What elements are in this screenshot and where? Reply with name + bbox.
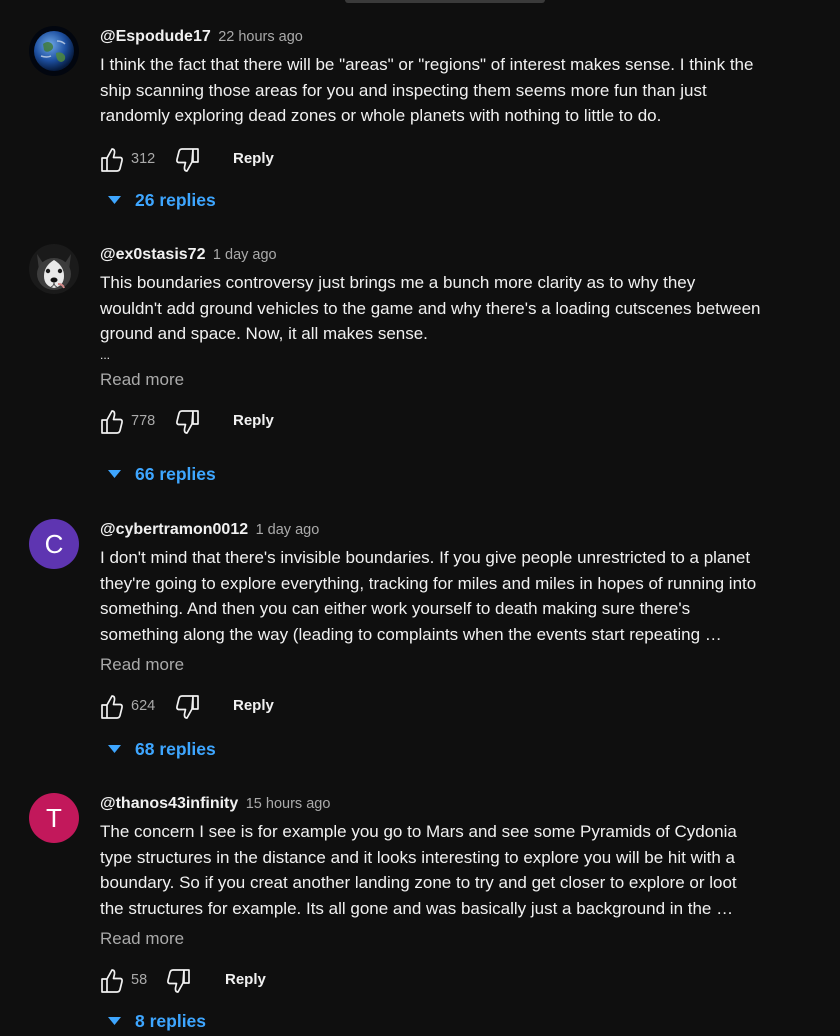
dislike-thumb-down-icon[interactable] xyxy=(175,409,201,435)
like-thumb-up-icon[interactable] xyxy=(100,968,124,994)
top-scroll-indicator xyxy=(345,0,545,3)
comment-header: @thanos43infinity 15 hours ago xyxy=(100,793,810,815)
avatar[interactable]: T xyxy=(29,793,79,843)
comment-header: @cybertramon0012 1 day ago xyxy=(100,519,810,541)
caret-down-icon xyxy=(108,469,121,478)
author-name[interactable]: @ex0stasis72 xyxy=(100,246,205,263)
like-count: 624 xyxy=(131,697,156,714)
author-name[interactable]: @thanos43infinity xyxy=(100,795,238,812)
husky-dog-icon xyxy=(29,244,79,294)
read-more-link[interactable]: Read more xyxy=(100,654,810,676)
comment-actions: 58 Reply xyxy=(100,964,810,998)
avatar-letter: T xyxy=(46,802,62,833)
dislike-thumb-down-icon[interactable] xyxy=(166,968,192,994)
comment-actions: 778 Reply xyxy=(100,405,810,439)
avatar[interactable]: C xyxy=(29,519,79,569)
like-count: 58 xyxy=(131,971,148,988)
comment-time[interactable]: 22 hours ago xyxy=(218,29,303,45)
read-more-link[interactable]: Read more xyxy=(100,369,810,391)
comment-text: This boundaries controversy just brings … xyxy=(100,273,761,344)
truncation-ellipsis: ... xyxy=(100,348,111,363)
author-name[interactable]: @cybertramon0012 xyxy=(100,521,248,538)
comment-header: @Espodude17 22 hours ago xyxy=(100,26,810,48)
caret-down-icon xyxy=(108,744,121,753)
reply-button[interactable]: Reply xyxy=(233,150,274,167)
read-more-link[interactable]: Read more xyxy=(100,928,810,950)
replies-count-label: 66 replies xyxy=(135,464,216,484)
comment-actions: 312 Reply xyxy=(100,143,810,177)
author-name[interactable]: @Espodude17 xyxy=(100,28,211,45)
comment-time[interactable]: 1 day ago xyxy=(213,247,277,263)
like-thumb-up-icon[interactable] xyxy=(100,409,124,435)
like-count: 312 xyxy=(131,151,156,168)
caret-down-icon xyxy=(108,195,121,204)
reply-button[interactable]: Reply xyxy=(233,697,274,714)
reply-button[interactable]: Reply xyxy=(225,971,266,988)
view-replies-button[interactable]: 26 replies xyxy=(108,185,216,215)
like-thumb-up-icon[interactable] xyxy=(100,147,124,173)
view-replies-button[interactable]: 68 replies xyxy=(108,734,216,764)
comment-text: I think the fact that there will be "are… xyxy=(100,55,754,126)
like-thumb-up-icon[interactable] xyxy=(100,694,124,720)
replies-count-label: 8 replies xyxy=(135,1011,207,1031)
avatar[interactable] xyxy=(29,26,79,76)
avatar-letter: C xyxy=(44,528,64,559)
replies-count-label: 26 replies xyxy=(135,190,216,210)
comment-time[interactable]: 1 day ago xyxy=(256,522,320,538)
dislike-thumb-down-icon[interactable] xyxy=(175,694,201,720)
dislike-thumb-down-icon[interactable] xyxy=(175,147,201,173)
view-replies-button[interactable]: 66 replies xyxy=(108,459,216,489)
avatar[interactable] xyxy=(29,244,79,294)
caret-down-icon xyxy=(108,1016,121,1025)
comment-actions: 624 Reply xyxy=(100,690,810,724)
earth-globe-icon xyxy=(29,26,79,76)
comment-text: I don't mind that there's invisible boun… xyxy=(100,548,757,645)
like-count: 778 xyxy=(131,413,156,430)
view-replies-button[interactable]: 8 replies xyxy=(108,1006,206,1036)
comment-text: The concern I see is for example you go … xyxy=(100,822,737,919)
comment-time[interactable]: 15 hours ago xyxy=(246,796,331,812)
reply-button[interactable]: Reply xyxy=(233,412,274,429)
replies-count-label: 68 replies xyxy=(135,739,216,759)
comment-header: @ex0stasis72 1 day ago xyxy=(100,244,810,266)
